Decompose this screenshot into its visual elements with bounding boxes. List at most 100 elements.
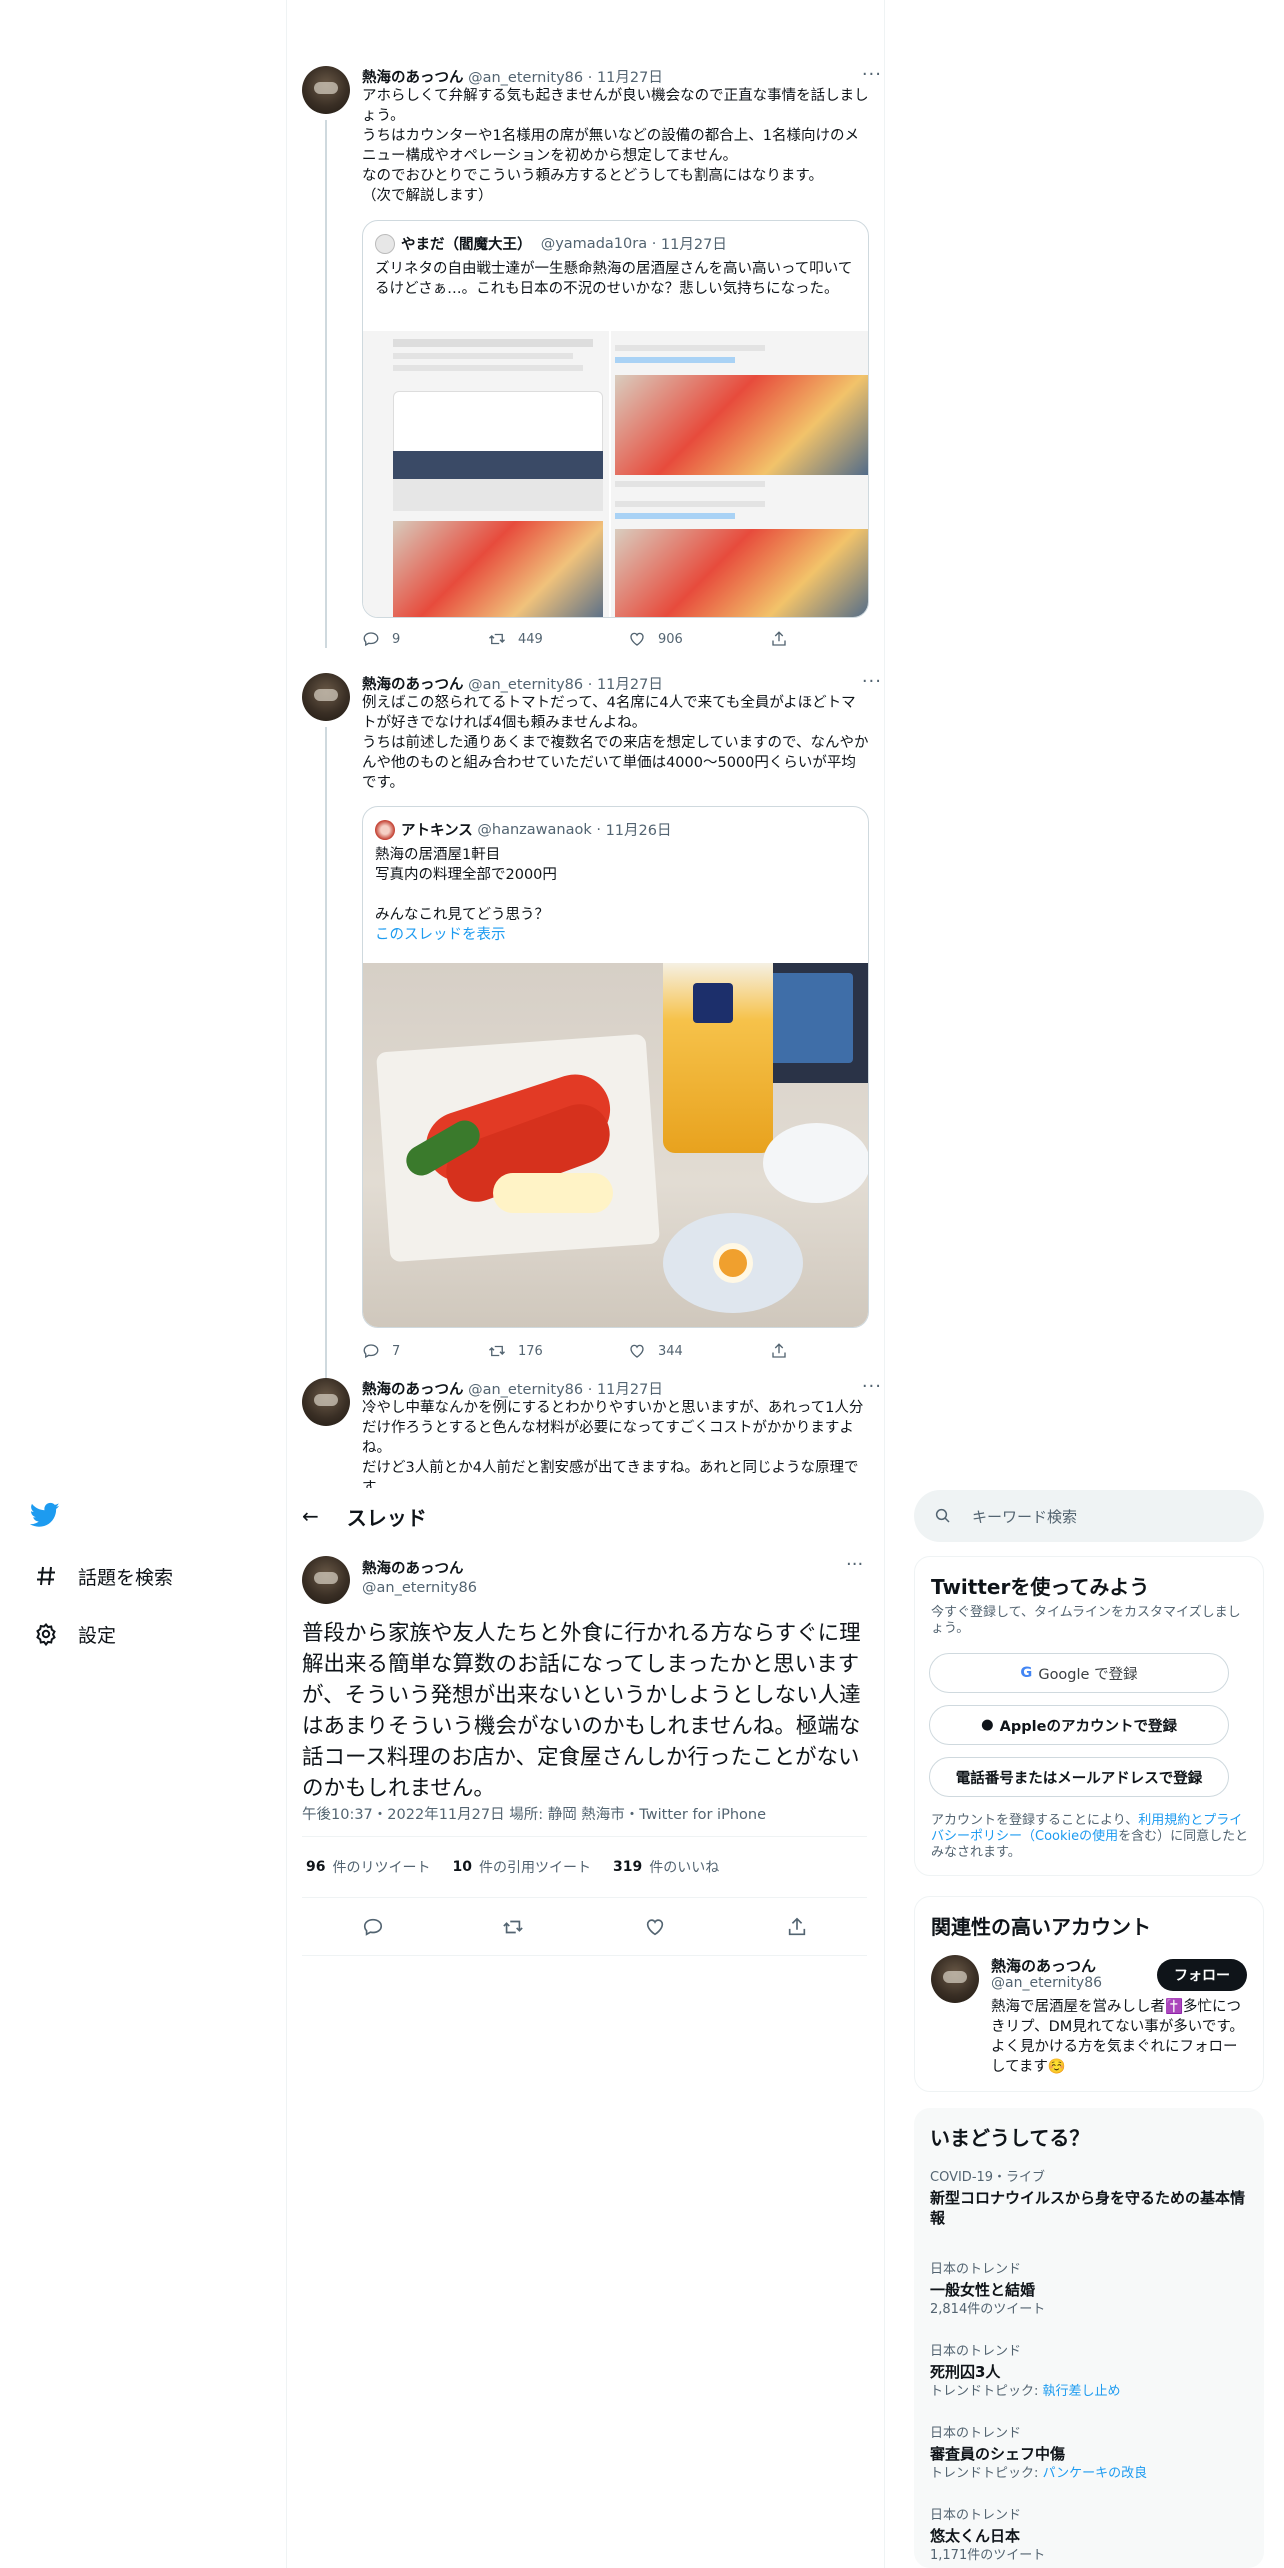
share-button[interactable] (770, 630, 800, 648)
retweet-count: 176 (518, 1343, 543, 1359)
nav-settings[interactable]: 設定 (32, 1614, 116, 1654)
main-tweet-text: 普段から家族や友人たちと外食に行かれる方ならすぐに理解出来る簡単な算数のお話にな… (302, 1621, 861, 1801)
signup-subtitle: 今すぐ登録して、タイムラインをカスタマイズしましょう。 (931, 1605, 1241, 1636)
author-name[interactable]: 熱海のあっつん (362, 1382, 464, 1398)
tweet-text: 例えばこの怒られてるトマトだって、4名席に4人で来ても全員がよほどトマトが好きで… (362, 695, 869, 791)
more-icon[interactable]: ··· (862, 671, 882, 692)
like-count: 906 (658, 631, 683, 647)
nav-settings-label: 設定 (78, 1624, 117, 1647)
search-box[interactable]: キーワード検索 (914, 1490, 1264, 1542)
trend-item[interactable]: COVID-19・ライブ 新型コロナウイルスから身を守るための基本情報 (930, 2170, 1248, 2228)
author-handle[interactable]: @an_eternity86 (468, 677, 583, 693)
apple-icon: ● (981, 1717, 994, 1733)
retweets-label[interactable]: 件のリツイート (332, 1857, 430, 1877)
trend-item[interactable]: 日本のトレンド 審査員のシェフ中傷 トレンドトピック: パンケーキの改良 (930, 2426, 1248, 2482)
author-handle[interactable]: @an_eternity86 (362, 1580, 477, 1596)
twitter-bird-icon (29, 1502, 60, 1527)
share-button[interactable] (770, 1342, 800, 1360)
tweet[interactable]: 熱海のあっつん @an_eternity86 · 11月27日 ··· 冷やし中… (302, 1378, 882, 1488)
quote-media-image[interactable] (611, 331, 868, 617)
apple-signup-button[interactable]: ● Appleのアカウントで登録 (929, 1705, 1229, 1745)
heart-icon[interactable] (644, 1916, 666, 1938)
tweet-header: 熱海のあっつん @an_eternity86 · 11月27日 (362, 677, 663, 693)
trend-item[interactable]: 日本のトレンド 悠太くん日本 1,171件のツイート (930, 2508, 1248, 2564)
avatar[interactable] (302, 66, 350, 114)
related-handle[interactable]: @an_eternity86 (991, 1975, 1102, 1991)
tweet-date[interactable]: 11月27日 (597, 1382, 663, 1398)
retweet-icon (489, 1345, 505, 1357)
quoted-tweet[interactable]: アトキンス @hanzawanaok · 11月26日 熱海の居酒屋1軒目 写真… (362, 806, 869, 1328)
nav-explore-label: 話題を検索 (78, 1566, 174, 1589)
show-thread-link[interactable]: このスレッドを表示 (375, 925, 855, 945)
reply-button[interactable]: 9 (362, 630, 400, 648)
twitter-logo[interactable] (29, 1500, 64, 1534)
related-name[interactable]: 熱海のあっつん (991, 1955, 1096, 1976)
google-signup-button[interactable]: G Google で登録 (929, 1653, 1229, 1693)
share-icon[interactable] (786, 1916, 808, 1938)
main-tweet-actions (302, 1898, 867, 1956)
tweet[interactable]: 熱海のあっつん @an_eternity86 · 11月27日 ··· 例えばこ… (302, 671, 882, 1383)
reply-icon[interactable] (362, 1916, 384, 1938)
phone-signup-button[interactable]: 電話番号またはメールアドレスで登録 (929, 1757, 1229, 1797)
quote-author-handle: @hanzawanaok (477, 821, 592, 838)
more-icon[interactable]: ··· (862, 1378, 882, 1397)
like-button[interactable]: 344 (628, 1342, 683, 1360)
like-button[interactable]: 906 (628, 630, 683, 648)
follow-button[interactable]: フォロー (1157, 1959, 1247, 1991)
author-handle[interactable]: @an_eternity86 (468, 1382, 583, 1398)
arrow-left-icon[interactable]: ← (302, 1504, 319, 1528)
more-icon[interactable]: ··· (862, 64, 882, 85)
tweet-date[interactable]: 11月27日 (597, 677, 663, 693)
search-input[interactable]: キーワード検索 (972, 1506, 1077, 1527)
quotes-label[interactable]: 件の引用ツイート (479, 1857, 591, 1877)
quote-avatar (375, 819, 395, 840)
trend-item[interactable]: 日本のトレンド 一般女性と結婚 2,814件のツイート (930, 2262, 1248, 2318)
signup-panel: Twitterを使ってみよう 今すぐ登録して、タイムラインをカスタマイズしましょ… (914, 1556, 1264, 1876)
tweet-text: アホらしくて弁解する気も起きませんが良い機会なので正直な事情を話しましょう。 う… (362, 88, 869, 204)
signup-title: Twitterを使ってみよう (931, 1575, 1150, 1599)
avatar[interactable] (302, 673, 350, 721)
signup-terms: アカウントを登録することにより、利用規約とプライバシーポリシー（Cookieの使… (931, 1813, 1249, 1860)
tweet-timestamp[interactable]: 午後10:37・2022年11月27日 場所: 静岡 熱海市・Twitter f… (302, 1803, 766, 1824)
retweet-icon[interactable] (502, 1916, 524, 1938)
quote-photo[interactable] (363, 963, 868, 1327)
retweet-button[interactable]: 176 (488, 1342, 543, 1360)
trend-topic-link[interactable]: パンケーキの改良 (1043, 2466, 1148, 2481)
avatar[interactable] (302, 1556, 350, 1604)
trend-topic-link[interactable]: 執行差し止め (1043, 2384, 1121, 2399)
thread-connector (325, 120, 327, 648)
avatar[interactable] (931, 1955, 979, 2003)
author-name[interactable]: 熱海のあっつん (362, 70, 464, 86)
thread-header: ← スレッド (302, 1498, 427, 1534)
heart-icon (630, 632, 644, 646)
retweet-count: 449 (518, 631, 543, 647)
reply-button[interactable]: 7 (362, 1342, 400, 1360)
more-icon[interactable]: ··· (846, 1554, 863, 1575)
trends-title: いまどうしてる？ (930, 2126, 1090, 2150)
author-name[interactable]: 熱海のあっつん (362, 1557, 464, 1578)
quoted-tweet[interactable]: やまだ（閻魔大王） @yamada10ra · 11月27日 ズリネタの自由戦士… (362, 220, 869, 618)
tweet-date[interactable]: 11月27日 (597, 70, 663, 86)
quote-header: アトキンス @hanzawanaok · 11月26日 (375, 819, 671, 840)
trend-item[interactable]: 日本のトレンド 死刑囚3人 トレンドトピック: 執行差し止め (930, 2344, 1248, 2400)
thread-title: スレッド (346, 1505, 427, 1530)
reply-count: 9 (392, 631, 401, 647)
tweet[interactable]: 熱海のあっつん @an_eternity86 · 11月27日 ··· アホらし… (302, 64, 882, 648)
quote-author-name: やまだ（閻魔大王） (401, 237, 532, 253)
retweet-button[interactable]: 449 (488, 630, 543, 648)
related-accounts-panel: 関連性の高いアカウント 熱海のあっつん @an_eternity86 フォロー … (914, 1896, 1264, 2092)
search-icon (935, 1508, 950, 1523)
retweets-count[interactable]: 96 (306, 1859, 325, 1875)
quote-date: 11月26日 (605, 823, 672, 839)
quotes-count[interactable]: 10 (452, 1859, 471, 1875)
author-handle[interactable]: @an_eternity86 (468, 70, 583, 86)
likes-count[interactable]: 319 (613, 1859, 642, 1875)
reply-icon (363, 1344, 379, 1359)
quote-text: 熱海の居酒屋1軒目 写真内の料理全部で2000円 みんなこれ見てどう思う？ (375, 847, 557, 923)
author-name[interactable]: 熱海のあっつん (362, 677, 464, 693)
quote-media-image[interactable] (363, 331, 609, 617)
avatar[interactable] (302, 1378, 350, 1426)
nav-explore[interactable]: 話題を検索 (32, 1556, 173, 1596)
likes-label[interactable]: 件のいいね (649, 1857, 719, 1877)
google-icon: G (1020, 1665, 1033, 1681)
